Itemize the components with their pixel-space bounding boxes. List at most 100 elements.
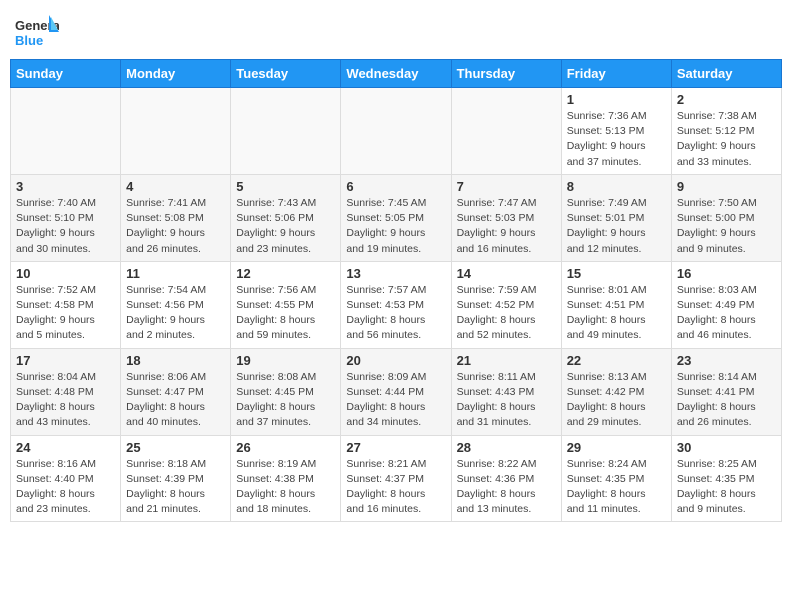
calendar-day-header: Sunday xyxy=(11,60,121,88)
calendar-day-cell: 26 Sunrise: 8:19 AM Sunset: 4:38 PM Dayli… xyxy=(231,435,341,522)
calendar-day-cell: 22 Sunrise: 8:13 AM Sunset: 4:42 PM Dayli… xyxy=(561,348,671,435)
day-number: 22 xyxy=(567,353,666,368)
day-number: 15 xyxy=(567,266,666,281)
day-info: Sunrise: 8:13 AM Sunset: 4:42 PM Dayligh… xyxy=(567,370,666,431)
calendar-week-row: 10 Sunrise: 7:52 AM Sunset: 4:58 PM Dayli… xyxy=(11,261,782,348)
calendar-empty-cell xyxy=(231,88,341,175)
day-number: 10 xyxy=(16,266,115,281)
day-info: Sunrise: 8:09 AM Sunset: 4:44 PM Dayligh… xyxy=(346,370,445,431)
calendar-day-cell: 13 Sunrise: 7:57 AM Sunset: 4:53 PM Dayli… xyxy=(341,261,451,348)
day-info: Sunrise: 7:41 AM Sunset: 5:08 PM Dayligh… xyxy=(126,196,225,257)
svg-text:Blue: Blue xyxy=(15,33,43,48)
day-info: Sunrise: 8:22 AM Sunset: 4:36 PM Dayligh… xyxy=(457,457,556,518)
calendar-empty-cell xyxy=(341,88,451,175)
day-info: Sunrise: 8:06 AM Sunset: 4:47 PM Dayligh… xyxy=(126,370,225,431)
day-info: Sunrise: 8:14 AM Sunset: 4:41 PM Dayligh… xyxy=(677,370,776,431)
logo: General Blue xyxy=(15,10,59,54)
calendar-day-cell: 28 Sunrise: 8:22 AM Sunset: 4:36 PM Dayli… xyxy=(451,435,561,522)
day-info: Sunrise: 7:50 AM Sunset: 5:00 PM Dayligh… xyxy=(677,196,776,257)
calendar-day-cell: 25Sunrise: 8:18 AM Sunset: 4:39 PM Dayli… xyxy=(121,435,231,522)
day-info: Sunrise: 7:56 AM Sunset: 4:55 PM Dayligh… xyxy=(236,283,335,344)
calendar-day-cell: 9 Sunrise: 7:50 AM Sunset: 5:00 PM Daylig… xyxy=(671,174,781,261)
day-number: 12 xyxy=(236,266,335,281)
day-info: Sunrise: 7:40 AM Sunset: 5:10 PM Dayligh… xyxy=(16,196,115,257)
day-info: Sunrise: 8:11 AM Sunset: 4:43 PM Dayligh… xyxy=(457,370,556,431)
day-number: 1 xyxy=(567,92,666,107)
calendar-day-cell: 7Sunrise: 7:47 AM Sunset: 5:03 PM Daylig… xyxy=(451,174,561,261)
calendar-day-cell: 16 Sunrise: 8:03 AM Sunset: 4:49 PM Dayli… xyxy=(671,261,781,348)
calendar-table: SundayMondayTuesdayWednesdayThursdayFrid… xyxy=(10,59,782,522)
calendar-day-cell: 20 Sunrise: 8:09 AM Sunset: 4:44 PM Dayli… xyxy=(341,348,451,435)
day-info: Sunrise: 7:57 AM Sunset: 4:53 PM Dayligh… xyxy=(346,283,445,344)
day-info: Sunrise: 8:04 AM Sunset: 4:48 PM Dayligh… xyxy=(16,370,115,431)
day-number: 27 xyxy=(346,440,445,455)
calendar-day-cell: 30Sunrise: 8:25 AM Sunset: 4:35 PM Dayli… xyxy=(671,435,781,522)
calendar-day-header: Monday xyxy=(121,60,231,88)
day-number: 6 xyxy=(346,179,445,194)
day-number: 4 xyxy=(126,179,225,194)
calendar-day-cell: 19 Sunrise: 8:08 AM Sunset: 4:45 PM Dayli… xyxy=(231,348,341,435)
day-number: 26 xyxy=(236,440,335,455)
calendar-week-row: 24 Sunrise: 8:16 AM Sunset: 4:40 PM Dayli… xyxy=(11,435,782,522)
day-info: Sunrise: 8:08 AM Sunset: 4:45 PM Dayligh… xyxy=(236,370,335,431)
day-number: 21 xyxy=(457,353,556,368)
calendar-empty-cell xyxy=(451,88,561,175)
logo-icon: General Blue xyxy=(15,10,59,54)
day-info: Sunrise: 8:19 AM Sunset: 4:38 PM Dayligh… xyxy=(236,457,335,518)
calendar-day-cell: 23 Sunrise: 8:14 AM Sunset: 4:41 PM Dayli… xyxy=(671,348,781,435)
calendar-header-row: SundayMondayTuesdayWednesdayThursdayFrid… xyxy=(11,60,782,88)
calendar-empty-cell xyxy=(121,88,231,175)
day-info: Sunrise: 8:16 AM Sunset: 4:40 PM Dayligh… xyxy=(16,457,115,518)
day-number: 16 xyxy=(677,266,776,281)
calendar-day-cell: 29 Sunrise: 8:24 AM Sunset: 4:35 PM Dayli… xyxy=(561,435,671,522)
day-number: 13 xyxy=(346,266,445,281)
day-info: Sunrise: 8:25 AM Sunset: 4:35 PM Dayligh… xyxy=(677,457,776,518)
day-number: 24 xyxy=(16,440,115,455)
day-number: 17 xyxy=(16,353,115,368)
calendar-day-header: Tuesday xyxy=(231,60,341,88)
day-info: Sunrise: 7:59 AM Sunset: 4:52 PM Dayligh… xyxy=(457,283,556,344)
day-number: 11 xyxy=(126,266,225,281)
calendar-day-cell: 11Sunrise: 7:54 AM Sunset: 4:56 PM Dayli… xyxy=(121,261,231,348)
day-number: 9 xyxy=(677,179,776,194)
day-number: 25 xyxy=(126,440,225,455)
day-number: 23 xyxy=(677,353,776,368)
calendar-day-cell: 14 Sunrise: 7:59 AM Sunset: 4:52 PM Dayli… xyxy=(451,261,561,348)
calendar-week-row: 17 Sunrise: 8:04 AM Sunset: 4:48 PM Dayli… xyxy=(11,348,782,435)
calendar-day-cell: 21 Sunrise: 8:11 AM Sunset: 4:43 PM Dayli… xyxy=(451,348,561,435)
day-number: 2 xyxy=(677,92,776,107)
calendar-week-row: 1 Sunrise: 7:36 AM Sunset: 5:13 PM Daylig… xyxy=(11,88,782,175)
day-number: 28 xyxy=(457,440,556,455)
day-number: 18 xyxy=(126,353,225,368)
calendar-day-cell: 27 Sunrise: 8:21 AM Sunset: 4:37 PM Dayli… xyxy=(341,435,451,522)
day-info: Sunrise: 7:49 AM Sunset: 5:01 PM Dayligh… xyxy=(567,196,666,257)
day-info: Sunrise: 7:47 AM Sunset: 5:03 PM Dayligh… xyxy=(457,196,556,257)
calendar-day-header: Wednesday xyxy=(341,60,451,88)
day-number: 14 xyxy=(457,266,556,281)
calendar-day-cell: 2 Sunrise: 7:38 AM Sunset: 5:12 PM Daylig… xyxy=(671,88,781,175)
calendar-day-cell: 6Sunrise: 7:45 AM Sunset: 5:05 PM Daylig… xyxy=(341,174,451,261)
day-info: Sunrise: 7:52 AM Sunset: 4:58 PM Dayligh… xyxy=(16,283,115,344)
calendar-day-header: Friday xyxy=(561,60,671,88)
calendar-day-cell: 17 Sunrise: 8:04 AM Sunset: 4:48 PM Dayli… xyxy=(11,348,121,435)
day-info: Sunrise: 7:36 AM Sunset: 5:13 PM Dayligh… xyxy=(567,109,666,170)
calendar-day-cell: 4 Sunrise: 7:41 AM Sunset: 5:08 PM Daylig… xyxy=(121,174,231,261)
day-info: Sunrise: 8:24 AM Sunset: 4:35 PM Dayligh… xyxy=(567,457,666,518)
day-info: Sunrise: 8:21 AM Sunset: 4:37 PM Dayligh… xyxy=(346,457,445,518)
day-number: 20 xyxy=(346,353,445,368)
day-info: Sunrise: 7:43 AM Sunset: 5:06 PM Dayligh… xyxy=(236,196,335,257)
day-info: Sunrise: 7:38 AM Sunset: 5:12 PM Dayligh… xyxy=(677,109,776,170)
calendar-day-header: Saturday xyxy=(671,60,781,88)
day-number: 19 xyxy=(236,353,335,368)
calendar-day-cell: 12 Sunrise: 7:56 AM Sunset: 4:55 PM Dayli… xyxy=(231,261,341,348)
day-number: 8 xyxy=(567,179,666,194)
calendar-week-row: 3 Sunrise: 7:40 AM Sunset: 5:10 PM Daylig… xyxy=(11,174,782,261)
day-number: 5 xyxy=(236,179,335,194)
calendar-day-cell: 8 Sunrise: 7:49 AM Sunset: 5:01 PM Daylig… xyxy=(561,174,671,261)
day-number: 29 xyxy=(567,440,666,455)
calendar-day-cell: 5 Sunrise: 7:43 AM Sunset: 5:06 PM Daylig… xyxy=(231,174,341,261)
day-info: Sunrise: 8:03 AM Sunset: 4:49 PM Dayligh… xyxy=(677,283,776,344)
day-number: 3 xyxy=(16,179,115,194)
calendar-day-cell: 18 Sunrise: 8:06 AM Sunset: 4:47 PM Dayli… xyxy=(121,348,231,435)
calendar-day-cell: 10 Sunrise: 7:52 AM Sunset: 4:58 PM Dayli… xyxy=(11,261,121,348)
